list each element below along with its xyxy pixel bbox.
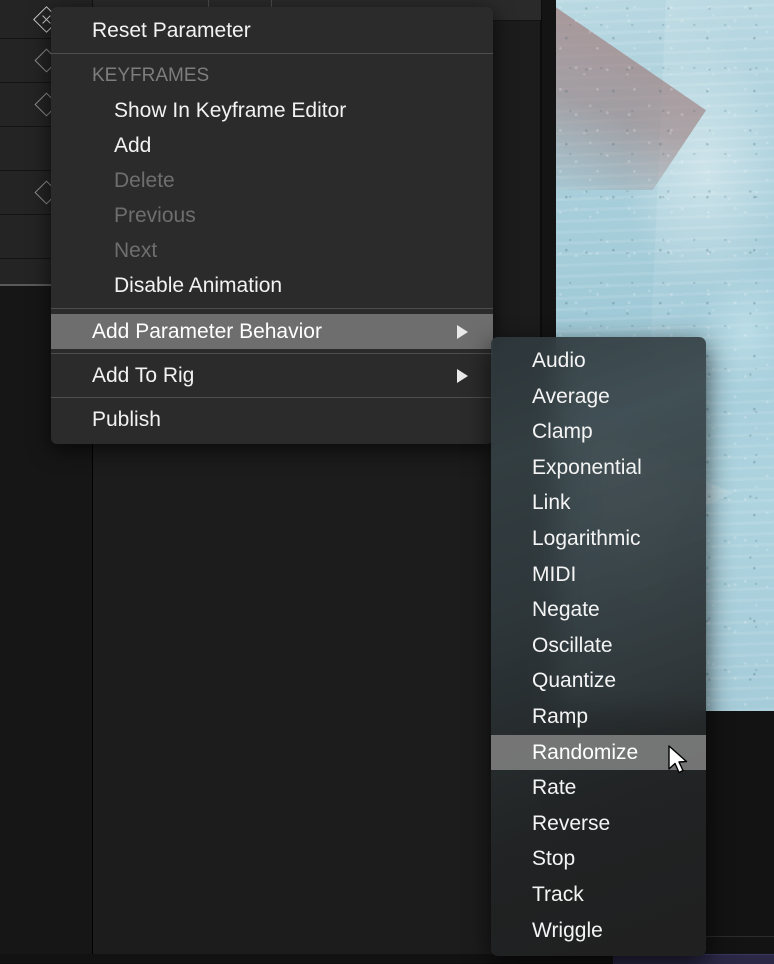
submenu-item-label: Ramp [532,705,588,728]
submenu-item-audio[interactable]: Audio [491,343,706,379]
submenu-item-stop[interactable]: Stop [491,841,706,877]
menu-item-label: Next [114,239,157,262]
submenu-item-logarithmic[interactable]: Logarithmic [491,521,706,557]
submenu-item-randomize[interactable]: Randomize [491,735,706,771]
submenu-item-label: Track [532,883,584,906]
menu-item-label: Delete [114,169,175,192]
submenu-item-exponential[interactable]: Exponential [491,450,706,486]
menu-item-label: Disable Animation [114,274,282,297]
submenu-item-ramp[interactable]: Ramp [491,699,706,735]
submenu-item-rate[interactable]: Rate [491,770,706,806]
menu-item-publish[interactable]: Publish [51,402,493,437]
submenu-item-label: Exponential [532,456,642,479]
submenu-item-label: Rate [532,776,576,799]
menu-separator [51,53,493,54]
submenu-item-label: Average [532,385,610,408]
submenu-item-negate[interactable]: Negate [491,592,706,628]
context-menu[interactable]: Reset Parameter KEYFRAMES Show In Keyfra… [51,7,493,444]
menu-separator [51,353,493,354]
add-parameter-behavior-submenu[interactable]: Audio Average Clamp Exponential Link Log… [491,337,706,956]
submenu-item-label: Reverse [532,812,610,835]
submenu-item-label: Wriggle [532,919,603,942]
menu-item-label: Reset Parameter [92,19,251,42]
submenu-item-label: Quantize [532,669,616,692]
submenu-item-link[interactable]: Link [491,485,706,521]
submenu-item-clamp[interactable]: Clamp [491,414,706,450]
menu-item-label: Add Parameter Behavior [92,320,322,343]
menu-item-add[interactable]: Add [51,128,493,163]
chevron-right-icon [457,369,468,383]
submenu-item-label: Clamp [532,420,593,443]
submenu-item-label: Randomize [532,741,638,764]
submenu-item-oscillate[interactable]: Oscillate [491,628,706,664]
menu-item-previous: Previous [51,198,493,233]
menu-section-label: KEYFRAMES [92,65,209,86]
menu-item-label: Add [114,134,151,157]
menu-item-reset-parameter[interactable]: Reset Parameter [51,13,493,48]
menu-separator [51,397,493,398]
submenu-item-label: Logarithmic [532,527,641,550]
menu-section-keyframes: KEYFRAMES [51,59,493,93]
menu-item-add-to-rig[interactable]: Add To Rig [51,358,493,393]
menu-item-label: Previous [114,204,196,227]
submenu-item-reverse[interactable]: Reverse [491,806,706,842]
menu-item-label: Show In Keyframe Editor [114,99,346,122]
submenu-item-label: MIDI [532,563,576,586]
menu-item-label: Add To Rig [92,364,194,387]
submenu-item-label: Audio [532,349,586,372]
menu-item-delete: Delete [51,163,493,198]
submenu-item-average[interactable]: Average [491,379,706,415]
submenu-item-wriggle[interactable]: Wriggle [491,913,706,949]
submenu-item-quantize[interactable]: Quantize [491,663,706,699]
menu-separator [51,308,493,309]
submenu-item-track[interactable]: Track [491,877,706,913]
menu-bottom-padding [51,437,493,444]
menu-item-disable-animation[interactable]: Disable Animation [51,268,493,303]
menu-item-next: Next [51,233,493,268]
submenu-item-midi[interactable]: MIDI [491,557,706,593]
submenu-item-label: Stop [532,847,575,870]
menu-item-add-parameter-behavior[interactable]: Add Parameter Behavior [51,314,493,349]
submenu-item-label: Oscillate [532,634,613,657]
menu-item-label: Publish [92,408,161,431]
menu-item-show-in-keyframe-editor[interactable]: Show In Keyframe Editor [51,93,493,128]
submenu-item-label: Link [532,491,571,514]
submenu-item-label: Negate [532,598,600,621]
chevron-right-icon [457,325,468,339]
